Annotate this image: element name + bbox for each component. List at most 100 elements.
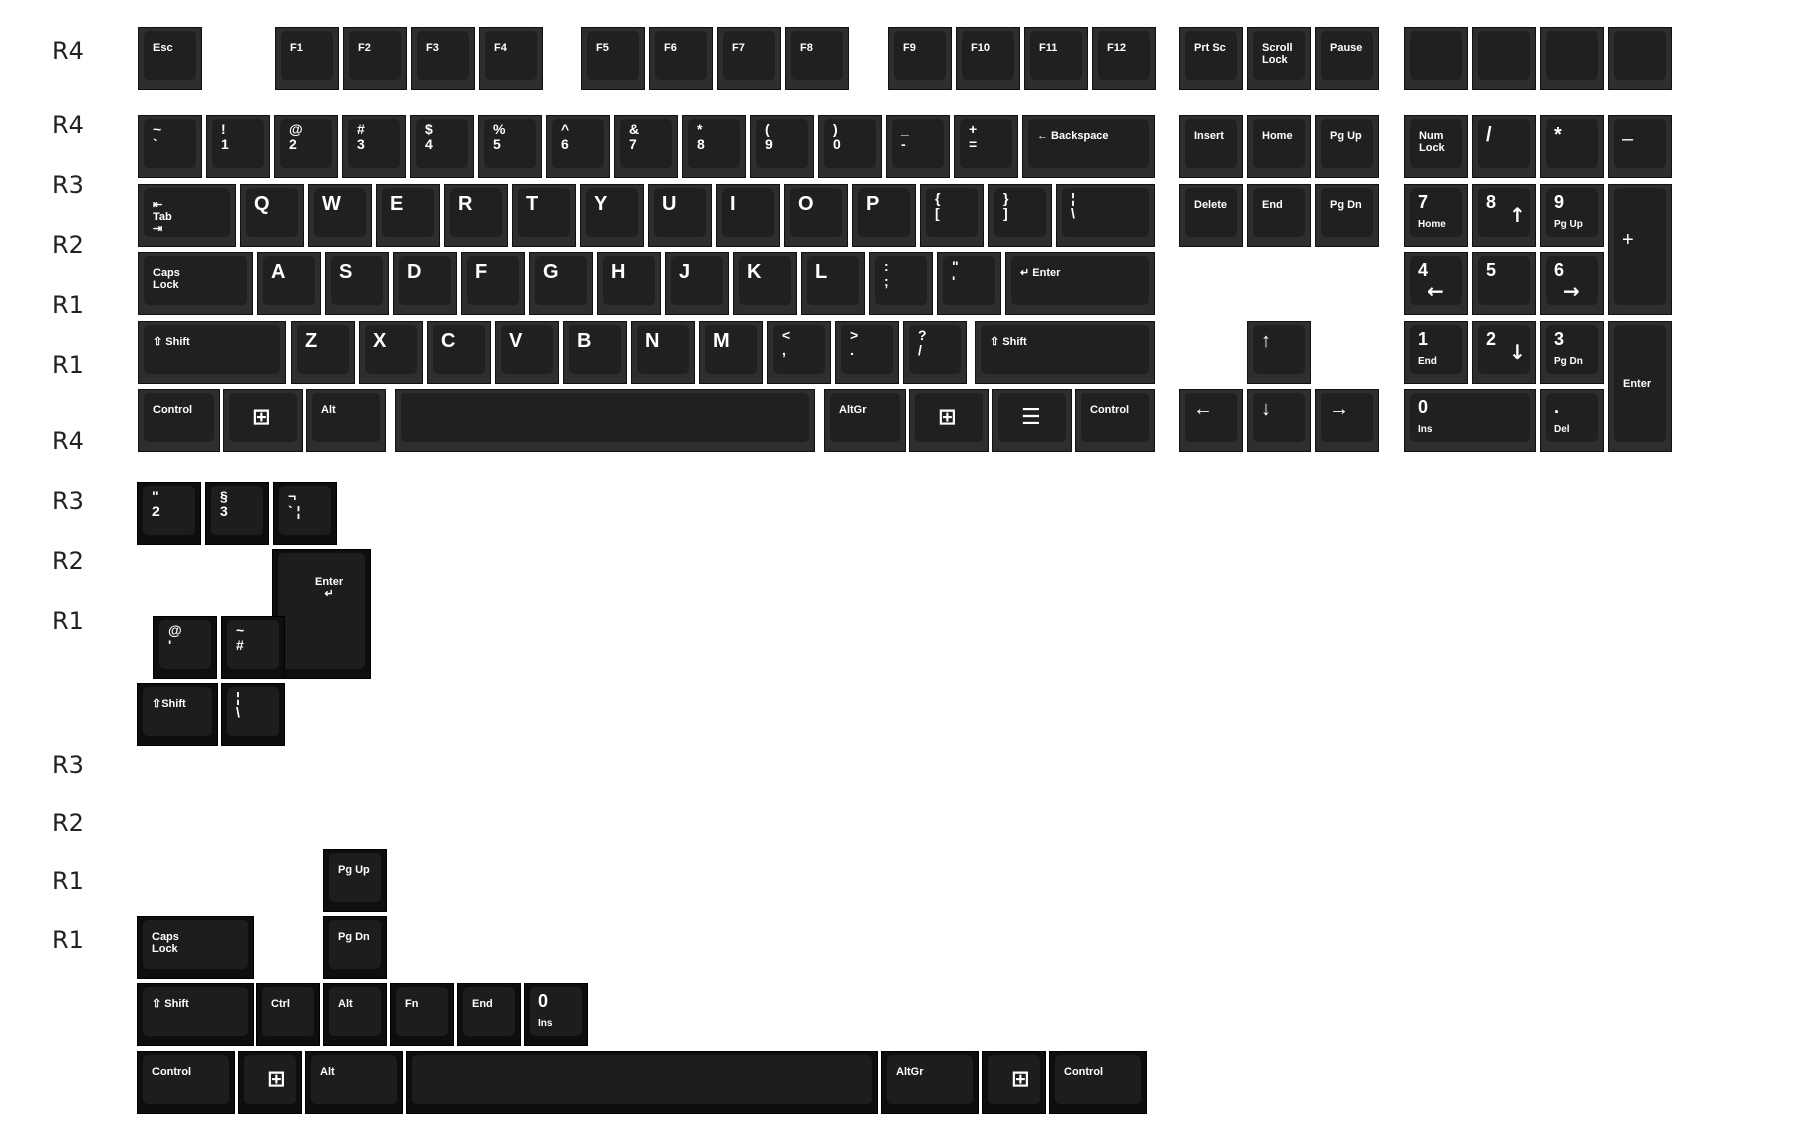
key-np4: 4 ← — [1404, 252, 1468, 315]
keycap-top — [278, 553, 365, 669]
key-legend: ⇧ Shift — [153, 336, 190, 348]
keycap-top — [484, 119, 536, 168]
key-legend: ? / — [918, 327, 927, 359]
keycap-top — [1055, 1055, 1141, 1104]
keycap-top — [463, 987, 515, 1036]
key-blank1 — [1404, 27, 1468, 90]
key-x_rctrl: Control — [1049, 1051, 1147, 1114]
key-legend: Pg Dn — [338, 931, 370, 943]
key-slash: ? / — [903, 321, 967, 384]
keycap-top — [620, 119, 672, 168]
key-f7: F7 — [717, 27, 781, 90]
arrow-icon: ← — [1427, 279, 1444, 303]
key-np6: 6 → — [1540, 252, 1604, 315]
keycap-top — [143, 486, 195, 535]
key-legend: 8 — [1486, 192, 1497, 212]
key-f6: F6 — [649, 27, 713, 90]
keycap-top — [1546, 31, 1598, 80]
key-blank4 — [1608, 27, 1672, 90]
keycap-top — [227, 687, 279, 736]
key-f1: F1 — [275, 27, 339, 90]
key-lbracket: { [ — [920, 184, 984, 247]
key-legend: Delete — [1194, 199, 1228, 211]
keycap-top — [281, 31, 333, 80]
key-legend: ☰ — [1021, 405, 1041, 430]
row-label: R3 — [52, 751, 84, 779]
key-legend: Enter ↵ — [315, 576, 344, 601]
keycap-top — [485, 31, 537, 80]
key-x_lctrl: Control — [137, 1051, 235, 1114]
key-f4: F4 — [479, 27, 543, 90]
key-npminus: – — [1608, 115, 1672, 178]
keycap-top — [773, 325, 825, 374]
key-legend: O — [798, 193, 814, 215]
key-k4: $ 4 — [410, 115, 474, 178]
keycap-top — [1253, 188, 1305, 237]
key-legend: Pg Dn — [1330, 199, 1362, 211]
keycap-top — [279, 486, 331, 535]
key-legend: ↓ — [1261, 398, 1271, 420]
key-legend: ¦ \ — [1071, 190, 1075, 222]
key-legend: ) 0 — [833, 121, 841, 153]
key-legend: M — [713, 330, 730, 352]
key-legend: ¦ \ — [236, 689, 240, 721]
key-rctrl: Control — [1075, 389, 1155, 452]
key-end: End — [1247, 184, 1311, 247]
arrow-icon: ↑ — [1509, 203, 1526, 227]
keycap-top — [1062, 188, 1149, 237]
key-pgup: Pg Up — [1315, 115, 1379, 178]
keycap-top — [962, 31, 1014, 80]
keycap-top — [909, 325, 961, 374]
key-scroll: Scroll Lock — [1247, 27, 1311, 90]
keycap-top — [926, 188, 978, 237]
key-legend: F4 — [494, 42, 507, 54]
key-blank2 — [1472, 27, 1536, 90]
keycap-top — [401, 393, 809, 442]
key-x_lwin: ⊞ — [238, 1051, 302, 1114]
keycap-top — [875, 256, 927, 305]
key-legend: N — [645, 330, 660, 352]
key-legend: G — [543, 261, 559, 283]
key-legend: + — [1622, 229, 1634, 251]
key-legend: Caps Lock — [153, 267, 180, 292]
key-x_fn: Fn — [390, 983, 454, 1046]
keycap-top — [552, 119, 604, 168]
key-x_space — [406, 1051, 878, 1114]
key-np0: 0 Ins — [1404, 389, 1536, 452]
key-k2: @ 2 — [274, 115, 338, 178]
key-legend: Z — [305, 330, 318, 352]
key-insert: Insert — [1179, 115, 1243, 178]
key-k3: # 3 — [342, 115, 406, 178]
key-legend: Caps Lock — [152, 931, 179, 956]
key-x_ctrl: Ctrl — [256, 983, 320, 1046]
key-up: ↑ — [1247, 321, 1311, 384]
key-legend: ⇧ Shift — [152, 998, 189, 1010]
keycap-top — [143, 1055, 229, 1104]
key-isohash: ~ # — [221, 616, 285, 679]
key-iso2: " 2 — [137, 482, 201, 545]
row-label: R4 — [52, 111, 84, 139]
key-z: Z — [291, 321, 355, 384]
keycap-top — [1185, 188, 1237, 237]
keycap-top — [311, 1055, 397, 1104]
key-t: T — [512, 184, 576, 247]
keycap-top — [655, 31, 707, 80]
key-k1: ! 1 — [206, 115, 270, 178]
keycap-layout-diagram: R4 R4 R3 R2 R1 R1 R4 R3 R2 R1 R3 R2 R1 R1 Esc F1 F2 F3 F4 F… — [0, 0, 1800, 1123]
keycap-top — [1410, 31, 1462, 80]
key-legend: Enter — [1623, 378, 1652, 390]
keycap-top — [791, 31, 843, 80]
keycap-top — [894, 31, 946, 80]
key-legend: " 2 — [152, 488, 160, 520]
key-lwin: ⊞ — [223, 389, 303, 452]
keycap-top — [960, 119, 1012, 168]
key-legend: * 8 — [697, 121, 705, 153]
key-f12: F12 — [1092, 27, 1156, 90]
key-legend: F2 — [358, 42, 371, 54]
key-legend: " ' — [952, 258, 959, 290]
key-lalt: Alt — [306, 389, 386, 452]
keycap-top — [841, 325, 893, 374]
key-legend: F3 — [426, 42, 439, 54]
key-legend: Home — [1262, 130, 1293, 142]
key-x_rwin: ⊞ — [982, 1051, 1046, 1114]
